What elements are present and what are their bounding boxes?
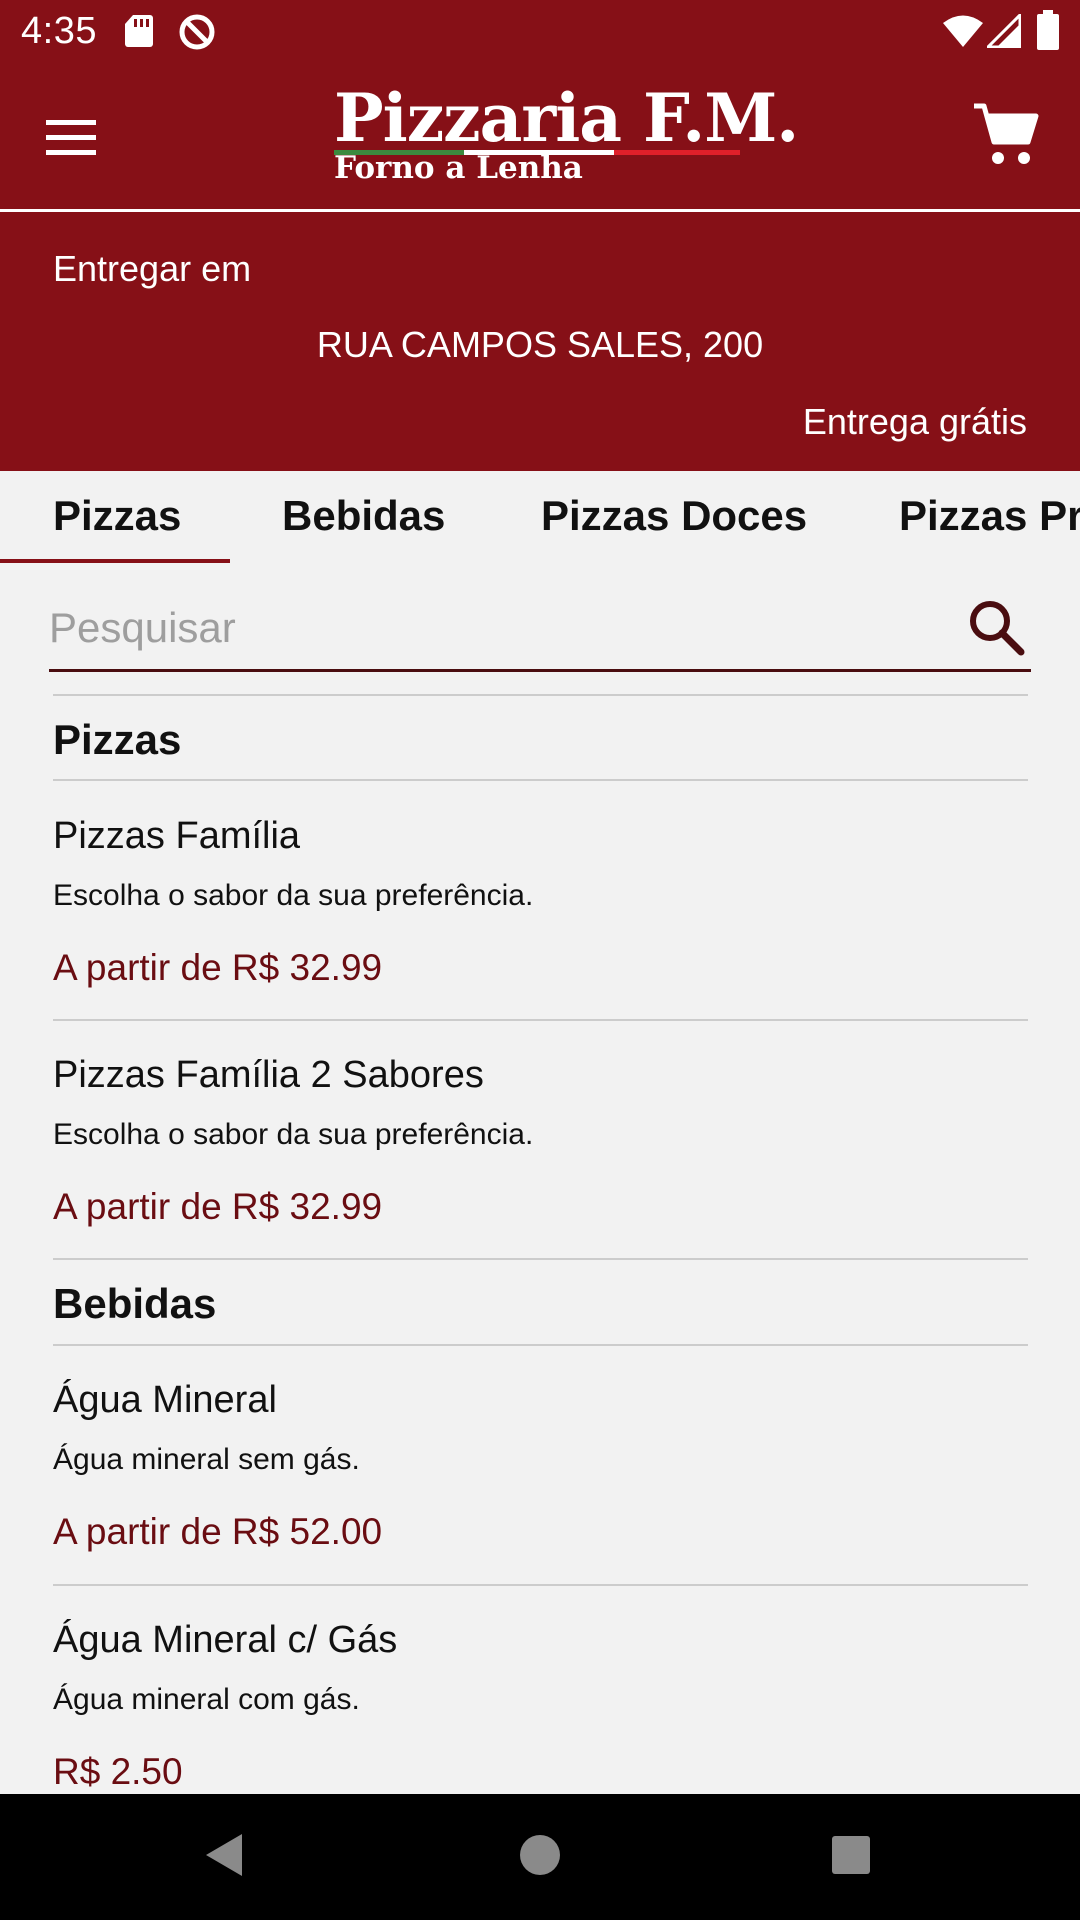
- tab-pizzas-doces[interactable]: Pizzas Doces: [541, 491, 807, 541]
- signal-icon: [987, 14, 1021, 48]
- divider: [53, 1584, 1028, 1586]
- tab-pizzas-premium[interactable]: Pizzas Premium: [899, 491, 1080, 541]
- item-name: Água Mineral c/ Gás: [53, 1619, 398, 1661]
- item-price: R$ 2.50: [53, 1751, 183, 1792]
- back-icon[interactable]: [200, 1830, 250, 1880]
- logo-subtitle: Forno a Lenha: [334, 150, 583, 186]
- section-title-pizzas: Pizzas: [53, 716, 182, 763]
- logo-flag-stripe-red: [614, 150, 740, 155]
- system-nav-bar: [0, 1794, 1080, 1920]
- item-description: Escolha o sabor da sua preferência.: [53, 1118, 534, 1151]
- status-time: 4:35: [21, 10, 97, 52]
- search-icon[interactable]: [965, 596, 1029, 660]
- sd-card-icon: [125, 15, 153, 47]
- delivery-address: RUA CAMPOS SALES, 200: [316, 324, 764, 365]
- battery-icon: [1037, 10, 1059, 50]
- menu-icon[interactable]: [40, 110, 104, 166]
- item-description: Água mineral com gás.: [53, 1683, 360, 1716]
- recents-icon[interactable]: [826, 1830, 876, 1880]
- tab-bebidas[interactable]: Bebidas: [282, 491, 445, 541]
- item-price: A partir de R$ 32.99: [53, 1186, 383, 1227]
- brand-logo: Pizzaria F.M. Forno a Lenha: [330, 80, 799, 190]
- data-saver-icon: [179, 14, 215, 50]
- divider: [53, 779, 1028, 781]
- item-description: Água mineral sem gás.: [53, 1443, 360, 1476]
- divider: [53, 1258, 1028, 1260]
- item-name: Água Mineral: [53, 1379, 277, 1421]
- divider: [53, 1344, 1028, 1346]
- logo-title: Pizzaria F.M.: [334, 79, 799, 157]
- search-bar: [49, 588, 1031, 673]
- delivery-info[interactable]: Entregar em RUA CAMPOS SALES, 200 Entreg…: [0, 212, 1080, 471]
- search-input[interactable]: [49, 588, 949, 668]
- item-price: A partir de R$ 32.99: [53, 947, 383, 988]
- cart-icon[interactable]: [970, 100, 1042, 172]
- tab-indicator: [0, 559, 230, 563]
- home-icon[interactable]: [515, 1830, 565, 1880]
- item-description: Escolha o sabor da sua preferência.: [53, 879, 534, 912]
- search-underline: [49, 669, 1031, 672]
- item-price: A partir de R$ 52.00: [53, 1511, 383, 1552]
- section-title-bebidas: Bebidas: [53, 1280, 217, 1327]
- tab-pizzas[interactable]: Pizzas: [53, 491, 181, 541]
- status-bar: 4:35: [0, 0, 1080, 64]
- item-name: Pizzas Família 2 Sabores: [53, 1054, 484, 1096]
- category-tabs: Pizzas Bebidas Pizzas Doces Pizzas Premi…: [0, 471, 1080, 563]
- divider: [53, 1019, 1028, 1021]
- wifi-icon: [943, 15, 983, 47]
- item-name: Pizzas Família: [53, 815, 301, 857]
- divider: [53, 694, 1028, 696]
- delivery-fee: Entrega grátis: [802, 401, 1027, 442]
- deliver-label: Entregar em: [53, 248, 252, 289]
